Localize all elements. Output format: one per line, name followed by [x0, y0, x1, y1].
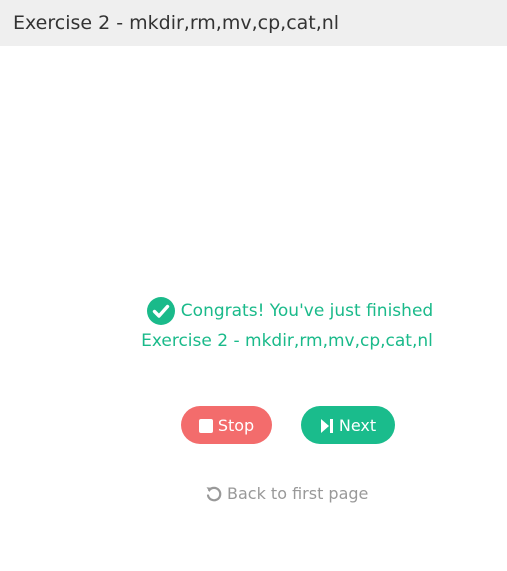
congrats-message: Congrats! You've just finished Exercise …: [0, 296, 507, 356]
congrats-text: Congrats! You've just finished: [180, 301, 434, 321]
undo-icon: [205, 485, 223, 503]
finished-exercise-name: Exercise 2 - mkdir,rm,mv,cp,cat,nl: [141, 331, 433, 351]
step-forward-icon: [320, 418, 334, 433]
page-header: Exercise 2 - mkdir,rm,mv,cp,cat,nl: [0, 0, 507, 46]
next-button-label: Next: [338, 415, 377, 435]
next-button[interactable]: Next: [301, 406, 395, 444]
back-to-first-page-link[interactable]: Back to first page: [205, 484, 368, 503]
back-link-label: Back to first page: [227, 484, 369, 503]
stop-icon: [198, 418, 213, 433]
congrats-line-1: Congrats! You've just finished: [73, 296, 507, 326]
stop-button[interactable]: Stop: [181, 406, 272, 444]
stop-button-label: Stop: [217, 415, 255, 435]
page-title: Exercise 2 - mkdir,rm,mv,cp,cat,nl: [13, 12, 340, 34]
check-circle-icon: [146, 297, 175, 325]
